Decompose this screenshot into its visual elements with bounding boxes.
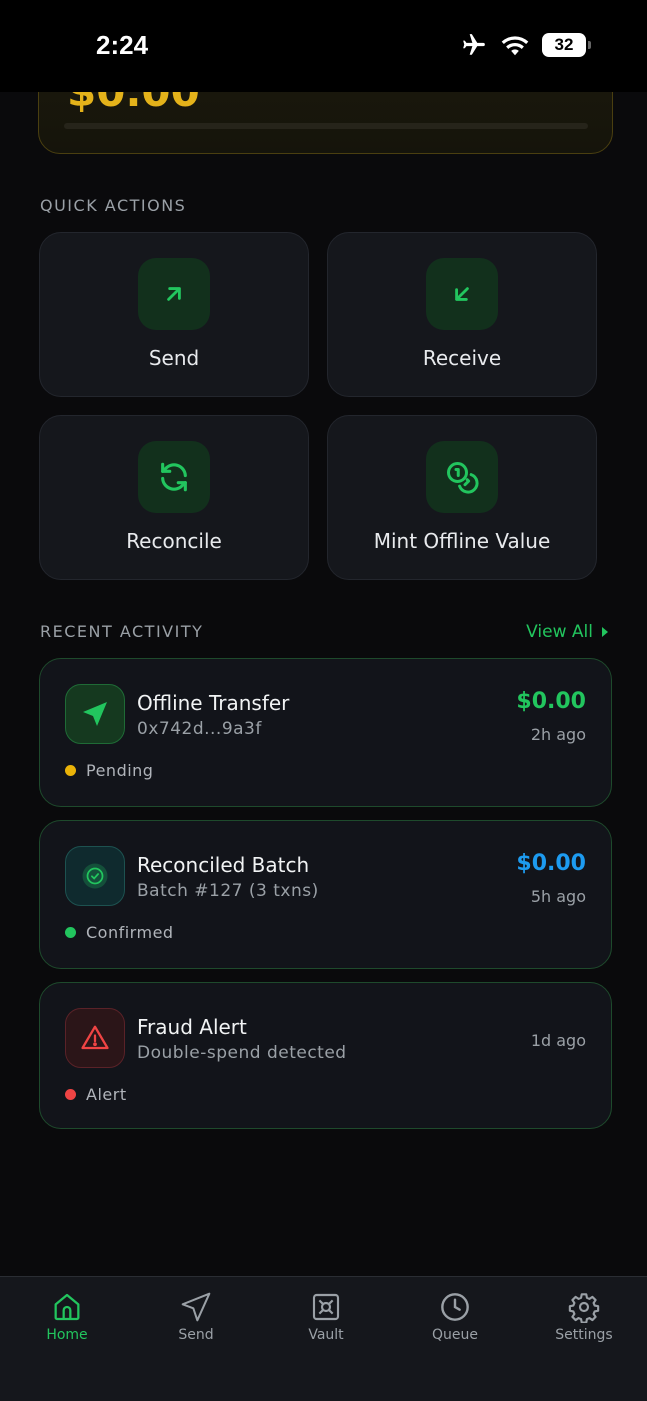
battery-icon: 32 — [542, 33, 591, 57]
send-action-label: Send — [148, 346, 200, 370]
arrow-down-left-icon — [426, 258, 498, 330]
send-icon — [181, 1292, 211, 1322]
receive-action-label: Receive — [422, 346, 502, 370]
tab-vault-label: Vault — [308, 1327, 344, 1343]
activity-title: Fraud Alert — [137, 1015, 247, 1039]
activity-item-reconciled-batch[interactable]: Reconciled Batch Batch #127 (3 txns) $0.… — [39, 820, 612, 969]
coins-icon — [426, 441, 498, 513]
bottom-tab-bar: Home Send Vault Queue Settings — [0, 1276, 647, 1401]
gear-icon — [568, 1293, 600, 1323]
view-all-label: View All — [526, 622, 593, 642]
pending-dot-icon — [65, 765, 76, 776]
view-all-link[interactable]: View All — [526, 622, 609, 642]
confirmed-dot-icon — [65, 927, 76, 938]
home-icon — [54, 1293, 80, 1321]
activity-item-fraud-alert[interactable]: Fraud Alert Double-spend detected 1d ago… — [39, 982, 612, 1129]
clock-icon — [441, 1293, 469, 1321]
status-label: Pending — [86, 761, 154, 780]
tab-queue[interactable]: Queue — [405, 1291, 505, 1343]
tab-queue-label: Queue — [432, 1327, 478, 1343]
activity-amount: $0.00 — [516, 851, 586, 876]
vault-icon — [312, 1293, 340, 1321]
caret-right-icon — [602, 627, 608, 637]
tab-settings-label: Settings — [555, 1327, 613, 1343]
activity-amount: $0.00 — [516, 689, 586, 714]
receive-action-button[interactable]: Receive — [327, 232, 597, 397]
activity-subtitle: Double-spend detected — [137, 1043, 347, 1063]
recent-activity-title: RECENT ACTIVITY — [40, 622, 204, 641]
reconcile-action-label: Reconcile — [126, 529, 222, 553]
quick-actions-title: QUICK ACTIONS — [40, 196, 187, 215]
tab-send[interactable]: Send — [146, 1291, 246, 1343]
status-time: 2:24 — [96, 30, 149, 60]
activity-subtitle: 0x742d...9a3f — [137, 719, 262, 739]
mint-offline-value-label: Mint Offline Value — [373, 529, 551, 553]
activity-title: Offline Transfer — [137, 691, 290, 715]
status-badge: Alert — [65, 1085, 127, 1104]
airplane-icon — [463, 34, 485, 55]
activity-item-offline-transfer[interactable]: Offline Transfer 0x742d...9a3f $0.00 2h … — [39, 658, 612, 807]
activity-time: 5h ago — [530, 887, 586, 906]
send-icon — [65, 684, 125, 744]
activity-time: 1d ago — [530, 1031, 586, 1050]
mint-offline-value-button[interactable]: Mint Offline Value — [327, 415, 597, 580]
status-icons: 32 — [460, 32, 591, 58]
status-label: Alert — [86, 1085, 127, 1104]
arrow-up-right-icon — [138, 258, 210, 330]
reconcile-action-button[interactable]: Reconcile — [39, 415, 309, 580]
warning-icon — [65, 1008, 125, 1068]
activity-title: Reconciled Batch — [137, 853, 310, 877]
refresh-icon — [138, 441, 210, 513]
tab-settings[interactable]: Settings — [534, 1291, 634, 1343]
alert-dot-icon — [65, 1089, 76, 1100]
send-action-button[interactable]: Send — [39, 232, 309, 397]
status-badge: Pending — [65, 761, 153, 780]
tab-send-label: Send — [178, 1327, 214, 1343]
tab-home[interactable]: Home — [17, 1291, 117, 1343]
status-label: Confirmed — [86, 923, 174, 942]
activity-subtitle: Batch #127 (3 txns) — [137, 881, 319, 901]
balance-progress-bar — [64, 123, 588, 129]
status-bar: 2:24 32 — [0, 0, 647, 92]
tab-vault[interactable]: Vault — [276, 1291, 376, 1343]
wifi-icon — [501, 36, 529, 56]
tab-home-label: Home — [46, 1327, 88, 1343]
check-circle-icon — [65, 846, 125, 906]
status-badge: Confirmed — [65, 923, 174, 942]
activity-time: 2h ago — [530, 725, 586, 744]
